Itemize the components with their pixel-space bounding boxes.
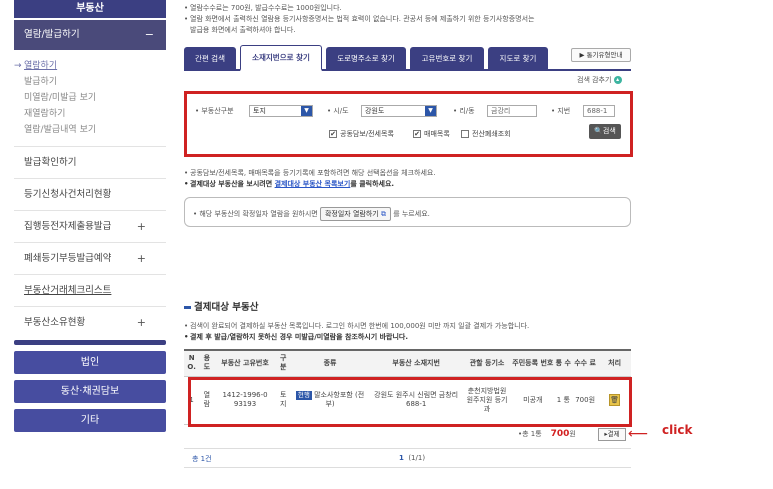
sidebar-title: 부동산: [14, 0, 166, 18]
col-use: 용 도: [199, 349, 215, 377]
closed-record-checkbox[interactable]: 전산폐쇄조회: [461, 129, 511, 139]
hide-search-label: 검색 감추기: [577, 76, 612, 84]
legal-note-cont: 발급용 화면에서 출력하셔야 합니다.: [190, 26, 296, 34]
fee-note: 열람수수료는 700원, 발급수수료는 1000원입니다.: [184, 3, 634, 14]
main-content: 열람수수료는 700원, 발급수수료는 1000원입니다. 열람 화면에서 출력…: [184, 0, 634, 489]
sido-select[interactable]: 강원도 ▼: [361, 105, 437, 117]
expand-icon: +: [136, 316, 146, 329]
up-arrow-icon: ▴: [613, 76, 622, 84]
total-summary: •총 1통 700원: [518, 429, 576, 439]
search-button[interactable]: 🔍검색: [589, 124, 621, 139]
sidebar-item-label: 집행등전자제출용발급: [24, 221, 112, 232]
sidebar-item-label: 발급확인하기: [24, 157, 77, 168]
col-action: 처리: [598, 349, 631, 377]
tab-simple-search[interactable]: 간편 검색: [184, 47, 236, 71]
legal-note: 열람 화면에서 출력하신 열람용 등기사항증명서는 법적 효력이 없습니다. 관…: [184, 14, 634, 25]
sido-label: • 시/도: [327, 107, 349, 115]
sidebar-item-issue[interactable]: 열람/발급하기 −: [14, 20, 166, 50]
submenu-item-history[interactable]: 열람/발급내역 보기: [24, 122, 166, 138]
pay-button[interactable]: ▸결제: [598, 428, 626, 441]
ri-dong-input[interactable]: 금강리: [487, 105, 537, 117]
section-title: 결제대상 부동산: [184, 299, 259, 313]
tab-unique-number[interactable]: 고유번호로 찾기: [410, 47, 484, 71]
sidebar-item-label: 등기신청사건처리현황: [24, 189, 112, 200]
checkmark-icon: ✔: [329, 130, 337, 138]
hide-search-link[interactable]: 검색 감추기 ▴: [577, 75, 622, 85]
page-current: 1: [399, 454, 404, 462]
tab-road-address[interactable]: 도로명주소로 찾기: [326, 47, 406, 71]
col-rrn: 주민등록 번호: [511, 349, 555, 377]
payment-list-link[interactable]: 결제대상 부동산 목록보기: [275, 180, 351, 188]
search-tabs: 간편 검색 소재지번으로 찾기 도로명주소로 찾기 고유번호로 찾기 지도로 찾…: [184, 45, 631, 71]
sale-list-checkbox[interactable]: ✔ 매매목록: [413, 129, 450, 139]
sidebar-item-label: 폐쇄등기부등발급예약: [24, 253, 112, 264]
pagination-footer: 총 1건 1 (1/1): [184, 448, 631, 468]
sidebar-item-label: 부동산거래체크리스트: [24, 285, 112, 296]
unissued-note: 결제 후 발급/열람하지 못하신 경우 미발급/미열람을 참조하시기 바랍니다.: [184, 332, 634, 343]
submenu-item-view[interactable]: 열람하기: [24, 58, 166, 74]
col-no: N O.: [184, 349, 200, 377]
submenu-item-issue[interactable]: 발급하기: [24, 74, 166, 90]
jibun-input[interactable]: 688-1: [583, 105, 615, 117]
sidebar-item-status[interactable]: 등기신청사건처리현황: [14, 178, 166, 210]
table-header-row: N O. 용 도 부동산 고유번호 구 분 종류 부동산 소재지번 관할 등기소…: [184, 349, 631, 377]
tab-map-search[interactable]: 지도로 찾기: [488, 47, 548, 71]
ri-dong-label: • 리/동: [453, 107, 475, 115]
jibun-label: • 지번: [551, 107, 571, 115]
submenu-item-review[interactable]: 재열람하기: [24, 106, 166, 122]
fixed-date-view-button[interactable]: 확정일자 열람하기 ⧉: [319, 207, 391, 221]
chevron-down-icon: ▼: [301, 106, 312, 116]
sidebar-divider: [14, 340, 166, 345]
annotation-click-label: click: [662, 423, 693, 437]
corporation-button[interactable]: 법인: [14, 351, 166, 374]
sidebar-item-verify[interactable]: 발급확인하기: [14, 146, 166, 178]
joint-collateral-checkbox[interactable]: ✔ 공동담보/전세목록: [329, 129, 394, 139]
result-count: 총 1건: [192, 455, 212, 463]
sidebar-submenu: 열람하기 발급하기 미열람/미발급 보기 재열람하기 열람/발급내역 보기: [14, 50, 166, 146]
sidebar-item-checklist[interactable]: 부동산거래체크리스트: [14, 274, 166, 306]
col-office: 관할 등기소: [463, 349, 511, 377]
movable-bond-button[interactable]: 동산·채권담보: [14, 380, 166, 403]
col-unique-id: 부동산 고유번호: [214, 349, 276, 377]
sidebar-item-label: 열람/발급하기: [24, 29, 80, 40]
fixed-date-info-box: • 해당 부동산의 확정일자 열람을 원하시면 확정일자 열람하기 ⧉ 를 누르…: [184, 197, 631, 227]
external-link-icon: ⧉: [380, 210, 386, 218]
sidebar-item-ownership[interactable]: 부동산소유현황 +: [14, 306, 166, 338]
payment-note: 검색이 완료되어 결제하실 부동산 목록입니다. 로그인 하시면 한번에 100…: [184, 321, 634, 332]
payment-list-note: 결제대상 부동산을 보시려면 결제대상 부동산 목록보기를 클릭하세요.: [184, 179, 634, 190]
page: 부동산 열람/발급하기 − 열람하기 발급하기 미열람/미발급 보기 재열람하기…: [0, 0, 773, 489]
total-amount: 700: [550, 429, 570, 439]
col-address: 부동산 소재지번: [369, 349, 464, 377]
sidebar-item-electronic[interactable]: 집행등전자제출용발급 +: [14, 210, 166, 242]
property-type-select[interactable]: 토지 ▼: [249, 105, 313, 117]
search-icon: 🔍: [594, 127, 603, 135]
col-count: 통 수: [554, 349, 573, 377]
submenu-item-unviewed[interactable]: 미열람/미발급 보기: [24, 90, 166, 106]
highlight-row-box: [188, 377, 632, 427]
col-division: 구 분: [275, 349, 291, 377]
expand-icon: +: [136, 220, 146, 233]
search-form: • 부동산구분 토지 ▼ • 시/도 강원도 ▼ • 리/동 금강리 • 지번 68…: [184, 91, 633, 157]
sidebar-item-label: 부동산소유현황: [24, 317, 86, 328]
annotation-arrow-icon: ⟵: [628, 426, 649, 442]
expand-icon: +: [136, 252, 146, 265]
checkmark-icon: ✔: [413, 130, 421, 138]
sidebar: 부동산 열람/발급하기 − 열람하기 발급하기 미열람/미발급 보기 재열람하기…: [14, 0, 166, 489]
col-fee: 수수 료: [572, 349, 599, 377]
chevron-down-icon: ▼: [425, 106, 436, 116]
col-kind: 종류: [290, 349, 370, 377]
registry-type-guide-button[interactable]: ▶ 통기유형안내: [571, 48, 631, 62]
etc-button[interactable]: 기타: [14, 409, 166, 432]
sidebar-item-closed[interactable]: 폐쇄등기부등발급예약 +: [14, 242, 166, 274]
collapse-icon: −: [144, 28, 154, 41]
option-note: 공동담보/전세목록, 매매목록을 등기기록에 포함하려면 해당 선택옵션을 체크…: [184, 168, 634, 179]
pagination: 1 (1/1): [399, 454, 426, 462]
property-type-label: • 부동산구분: [195, 107, 234, 115]
tab-jibun-search[interactable]: 소재지번으로 찾기: [240, 45, 322, 71]
